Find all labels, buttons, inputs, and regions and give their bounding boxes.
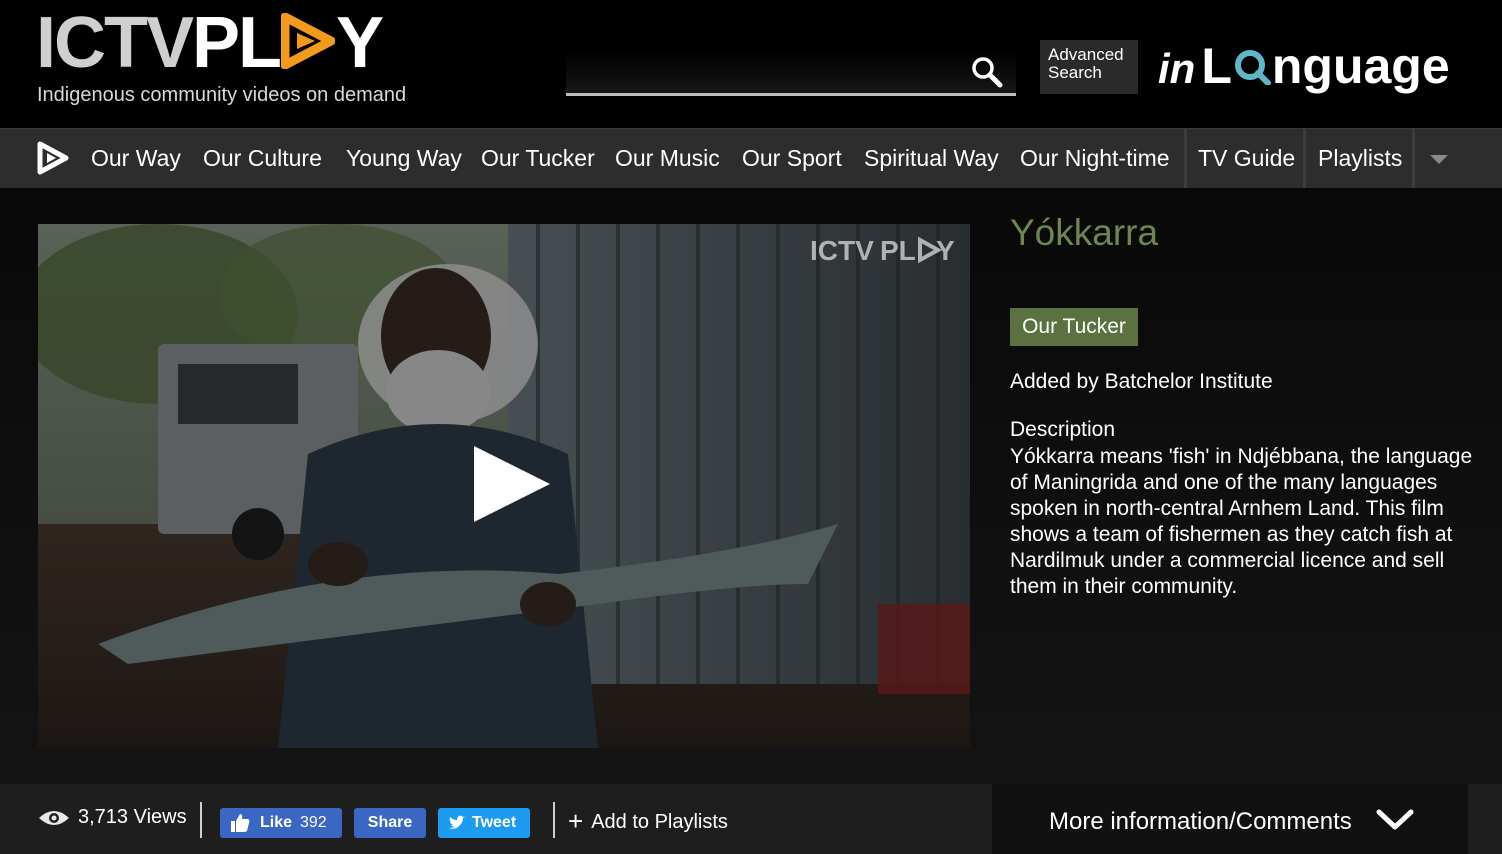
plus-icon: + (568, 806, 584, 836)
nav-item-spiritual-way[interactable]: Spiritual Way (864, 129, 999, 188)
tweet-button[interactable]: Tweet (438, 808, 530, 838)
nav-item-our-culture[interactable]: Our Culture (203, 129, 322, 188)
added-by-prefix: Added by (1010, 370, 1105, 393)
caret-down-icon[interactable] (1428, 152, 1450, 166)
thumbs-up-icon (231, 814, 250, 832)
nav-divider (1412, 129, 1415, 188)
description-text: Yókkarra means 'fish' in Ndjébbana, the … (1010, 445, 1473, 598)
eye-icon (39, 811, 69, 825)
inlanguage-l-text: L (1201, 38, 1232, 94)
watermark-y-text: Y (936, 235, 955, 266)
video-player[interactable]: ICTV PL Y (38, 224, 970, 748)
chevron-down-icon (1376, 809, 1414, 830)
added-by-link[interactable]: Batchelor Institute (1105, 370, 1273, 393)
play-triangle-icon (281, 13, 336, 69)
bar-divider (553, 802, 555, 838)
add-to-playlists-button[interactable]: + Add to Playlists (568, 806, 728, 837)
play-home-icon[interactable] (36, 141, 70, 175)
bar-divider (200, 802, 202, 838)
category-tag[interactable]: Our Tucker (1010, 308, 1138, 346)
facebook-share-button[interactable]: Share (354, 808, 426, 838)
logo-wordmark: ICTVPL Y (36, 3, 384, 83)
video-title: Yókkarra (1010, 212, 1159, 253)
nav-item-our-sport[interactable]: Our Sport (742, 129, 842, 188)
ictv-play-logo[interactable]: ICTVPL Y Indigenous community videos on … (36, 6, 436, 116)
nav-item-our-music[interactable]: Our Music (615, 129, 720, 188)
tweet-label: Tweet (472, 814, 517, 831)
advanced-search-button[interactable]: Advanced Search (1040, 40, 1138, 94)
action-bar: 3,713 Views Like 392 Share Tweet + Add to… (0, 784, 1502, 854)
facebook-like-button[interactable]: Like 392 (220, 808, 342, 838)
advanced-search-label-line1: Advanced (1048, 45, 1124, 64)
nav-item-playlists[interactable]: Playlists (1318, 129, 1402, 188)
inlanguage-logo[interactable]: in L nguage (1158, 34, 1488, 100)
search-icon[interactable] (970, 55, 1004, 89)
description-heading: Description (1010, 418, 1116, 441)
added-by: Added by Batchelor Institute (1010, 370, 1273, 394)
view-count: 3,713 Views (78, 806, 187, 828)
nav-divider (1303, 129, 1306, 188)
add-to-playlists-label: Add to Playlists (591, 811, 728, 833)
nav-item-young-way[interactable]: Young Way (346, 129, 462, 188)
twitter-bird-icon (449, 815, 465, 829)
search-input[interactable] (574, 58, 958, 90)
nav-divider (1184, 129, 1187, 188)
magnifier-letter-icon (1234, 50, 1271, 85)
site-header: ICTVPL Y Indigenous community videos on … (0, 0, 1502, 128)
nav-item-our-night-time[interactable]: Our Night-time (1020, 129, 1170, 188)
advanced-search-label-line2: Search (1048, 63, 1102, 82)
more-info-label: More information/Comments (1049, 808, 1352, 835)
video-thumbnail: ICTV PL Y (38, 224, 970, 748)
logo-ictv-text: ICTV (36, 3, 194, 83)
inlanguage-rest-text: nguage (1271, 38, 1450, 94)
like-count: 392 (300, 814, 327, 831)
nav-item-our-way[interactable]: Our Way (91, 129, 181, 188)
search-box (566, 50, 1016, 96)
logo-y-text: Y (336, 3, 384, 83)
main-nav: Our Way Our Culture Young Way Our Tucker… (0, 128, 1502, 188)
video-detail-section: ICTV PL Y Yókkarra Our Tucker Added by B… (0, 188, 1502, 784)
inlanguage-in-text: in (1158, 45, 1196, 92)
nav-item-tv-guide[interactable]: TV Guide (1198, 129, 1295, 188)
watermark-pl-text: PL (880, 235, 916, 266)
nav-item-our-tucker[interactable]: Our Tucker (481, 129, 595, 188)
logo-pl-text: PL (192, 3, 282, 83)
watermark-ictv-text: ICTV (810, 235, 874, 266)
like-label: Like (260, 814, 293, 831)
logo-tagline: Indigenous community videos on demand (37, 84, 407, 106)
more-info-toggle[interactable]: More information/Comments (992, 784, 1468, 854)
